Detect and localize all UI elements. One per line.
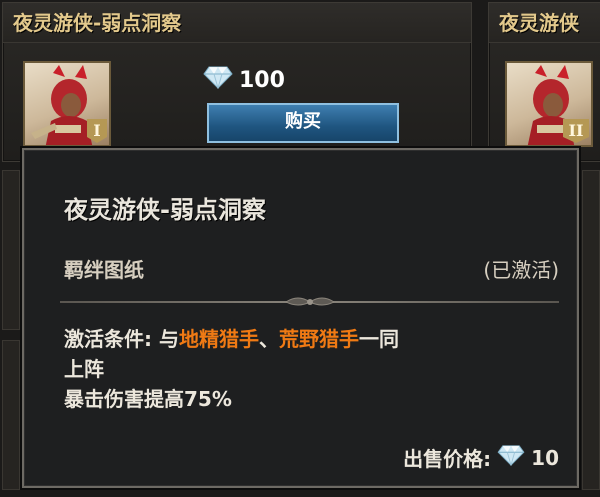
price-row: 100 — [203, 65, 285, 95]
diamond-icon — [497, 444, 525, 471]
price-value: 100 — [239, 67, 285, 93]
shop-card-title: 夜灵游侠 — [489, 3, 600, 43]
sell-label: 出售价格: — [403, 447, 492, 471]
hero-portrait[interactable]: I — [23, 61, 111, 147]
item-type: 羁绊图纸 — [64, 258, 144, 282]
hero-name-1: 地精猎手 — [178, 327, 259, 351]
background-card-edge — [2, 340, 20, 490]
ornament-icon — [286, 297, 334, 306]
separator: 、 — [258, 327, 279, 351]
activation-condition: 激活条件: 与地精猎手、荒野猎手一同 — [64, 324, 564, 354]
background-card-edge — [582, 170, 600, 490]
effect-text: 暴击伤害提高75% — [64, 387, 232, 411]
condition-suffix: 一同 — [358, 327, 399, 351]
shop-card-right: 夜灵游侠 II — [488, 2, 600, 162]
buy-button[interactable]: 购买 — [207, 103, 399, 143]
activation-status: (已激活) — [483, 258, 559, 282]
diamond-icon — [203, 65, 233, 95]
condition-prefix: 激活条件: 与 — [64, 327, 179, 351]
hero-name-2: 荒野猎手 — [278, 327, 359, 351]
tooltip-title: 夜灵游侠-弱点洞察 — [64, 196, 266, 224]
sell-price-row: 出售价格: 10 — [403, 443, 559, 472]
tooltip-description: 激活条件: 与地精猎手、荒野猎手一同 上阵 暴击伤害提高75% — [64, 324, 564, 414]
hero-portrait[interactable]: II — [505, 61, 593, 147]
sell-price-value: 10 — [531, 445, 559, 470]
item-tooltip: 夜灵游侠-弱点洞察 羁绊图纸 (已激活) 激活条件: 与地精猎手、荒野猎手一同 … — [22, 148, 579, 488]
condition-line-2: 上阵 — [64, 357, 104, 381]
background-card-edge — [2, 170, 20, 330]
shop-card-left: 夜灵游侠-弱点洞察 I 100 购买 — [2, 2, 472, 162]
shop-card-title: 夜灵游侠-弱点洞察 — [3, 3, 471, 43]
